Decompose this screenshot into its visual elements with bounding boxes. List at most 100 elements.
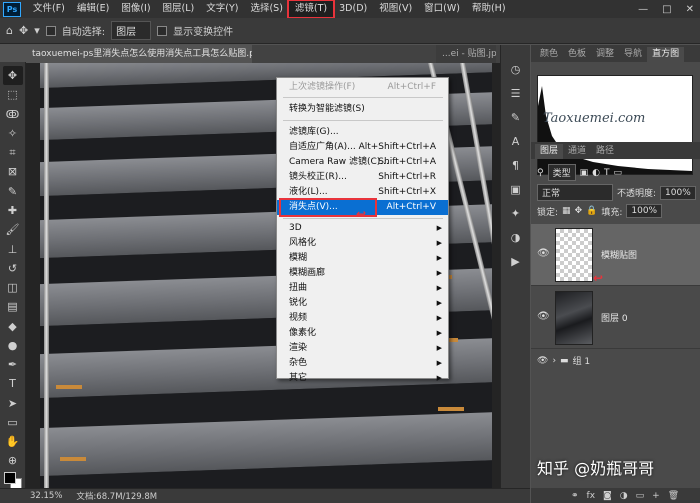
frame-tool-icon[interactable]: ⊠: [3, 162, 23, 181]
history-panel-icon[interactable]: ◷: [505, 59, 527, 79]
tab-navigator[interactable]: 导航: [619, 47, 647, 62]
lasso-tool-icon[interactable]: ↂ: [3, 105, 23, 124]
menu-file[interactable]: 文件(F): [27, 1, 71, 17]
filter-pixel-icon[interactable]: ▣: [580, 168, 589, 178]
expand-arrow-icon[interactable]: ›: [552, 356, 556, 366]
shape-tool-icon[interactable]: ▭: [3, 413, 23, 432]
layer-row[interactable]: 👁 图层 0: [531, 287, 700, 349]
actions-panel-icon[interactable]: ▶: [505, 251, 527, 271]
filter-adjust-icon[interactable]: ◐: [592, 168, 600, 178]
foreground-color-swatch[interactable]: [4, 472, 16, 484]
menu-item-noise[interactable]: 杂色 ▶: [277, 356, 448, 371]
brush-settings-icon[interactable]: ✎: [505, 107, 527, 127]
layer-group-row[interactable]: 👁 › ▬ 组 1: [531, 354, 700, 368]
tab-second-document[interactable]: ...ei - 贴图.jpg: [436, 45, 496, 63]
filter-shape-icon[interactable]: ▭: [613, 168, 622, 178]
lock-position-icon[interactable]: ✥: [575, 206, 583, 216]
blend-mode-dropdown[interactable]: 正常: [537, 184, 613, 201]
properties-panel-icon[interactable]: ☰: [505, 83, 527, 103]
marquee-tool-icon[interactable]: ⬚: [3, 85, 23, 104]
character-panel-icon[interactable]: A: [505, 131, 527, 151]
add-mask-icon[interactable]: ◙: [603, 491, 612, 501]
menu-item-blur[interactable]: 模糊 ▶: [277, 251, 448, 266]
menu-item-lens-correction[interactable]: 镜头校正(R)... Shift+Ctrl+R: [277, 170, 448, 185]
tab-active-document[interactable]: taoxuemei-ps里消失点怎么使用消失点工具怎么贴图.psd @ 32.1…: [26, 45, 252, 63]
menu-item-other[interactable]: 其它 ▶: [277, 371, 448, 386]
magic-wand-tool-icon[interactable]: ✧: [3, 124, 23, 143]
minimize-icon[interactable]: —: [638, 4, 648, 15]
auto-select-checkbox[interactable]: [45, 25, 56, 36]
dodge-tool-icon[interactable]: ●: [3, 336, 23, 355]
tab-histogram[interactable]: 直方图: [647, 47, 685, 62]
visibility-eye-icon[interactable]: 👁: [537, 356, 548, 366]
menu-view[interactable]: 视图(V): [373, 1, 418, 17]
close-icon[interactable]: ✕: [686, 4, 694, 15]
new-group-icon[interactable]: ▭: [636, 491, 645, 501]
fill-input[interactable]: 100%: [626, 204, 663, 218]
menu-item-filter-gallery[interactable]: 滤镜库(G)...: [277, 125, 448, 140]
lock-all-icon[interactable]: 🔒: [586, 206, 597, 216]
healing-brush-tool-icon[interactable]: ✚: [3, 201, 23, 220]
delete-layer-icon[interactable]: 🗑: [668, 491, 679, 501]
libraries-panel-icon[interactable]: ▣: [505, 179, 527, 199]
menu-item-video[interactable]: 视频 ▶: [277, 311, 448, 326]
opacity-input[interactable]: 100%: [660, 185, 696, 200]
menu-item-pixelate[interactable]: 像素化 ▶: [277, 326, 448, 341]
layer-row[interactable]: 👁 模糊贴图: [531, 224, 700, 286]
menu-item-distort[interactable]: 扭曲 ▶: [277, 281, 448, 296]
dropdown-arrow-icon[interactable]: ▾: [34, 24, 40, 37]
show-transform-checkbox[interactable]: [157, 25, 168, 36]
menu-edit[interactable]: 编辑(E): [71, 1, 115, 17]
type-tool-icon[interactable]: T: [3, 374, 23, 393]
menu-filter[interactable]: 滤镜(T): [286, 0, 336, 19]
tab-layers[interactable]: 图层: [535, 144, 564, 159]
zoom-level[interactable]: 32.15%: [30, 491, 62, 501]
history-brush-tool-icon[interactable]: ↺: [3, 259, 23, 278]
adjustments-panel-icon[interactable]: ◑: [505, 227, 527, 247]
visibility-eye-icon[interactable]: 👁: [537, 248, 551, 259]
menu-item-camera-raw[interactable]: Camera Raw 滤镜(C)... Shift+Ctrl+A: [277, 155, 448, 170]
paragraph-panel-icon[interactable]: ¶: [505, 155, 527, 175]
menu-select[interactable]: 选择(S): [244, 1, 288, 17]
tab-channels[interactable]: 通道: [563, 144, 591, 159]
menu-window[interactable]: 窗口(W): [418, 1, 466, 17]
menu-layer[interactable]: 图层(L): [157, 1, 201, 17]
canvas-area[interactable]: 上次滤镜操作(F) Alt+Ctrl+F 转换为智能滤镜(S) 滤镜库(G)...…: [26, 63, 500, 488]
move-tool-icon[interactable]: ✥: [2, 66, 23, 86]
visibility-eye-icon[interactable]: 👁: [537, 311, 551, 322]
menu-item-stylize[interactable]: 风格化 ▶: [277, 236, 448, 251]
blur-tool-icon[interactable]: ◆: [3, 316, 23, 335]
zoom-tool-icon[interactable]: ⊕: [3, 451, 23, 470]
filter-type-icon[interactable]: T: [604, 168, 610, 178]
menu-type[interactable]: 文字(Y): [200, 1, 244, 17]
home-icon[interactable]: ⌂: [6, 24, 13, 37]
adjustment-layer-icon[interactable]: ◑: [620, 491, 628, 501]
menu-item-blur-gallery[interactable]: 模糊画廊 ▶: [277, 266, 448, 281]
hand-tool-icon[interactable]: ✋: [3, 432, 23, 451]
lock-pixels-icon[interactable]: ▦: [562, 206, 571, 216]
pen-tool-icon[interactable]: ✒: [3, 355, 23, 374]
eraser-tool-icon[interactable]: ◫: [3, 278, 23, 297]
tab-adjustments[interactable]: 调整: [591, 47, 619, 62]
auto-select-dropdown[interactable]: 图层: [111, 21, 152, 40]
menu-item-convert-smart-filter[interactable]: 转换为智能滤镜(S): [277, 102, 448, 117]
styles-panel-icon[interactable]: ✦: [505, 203, 527, 223]
menu-item-last-filter[interactable]: 上次滤镜操作(F) Alt+Ctrl+F: [277, 80, 448, 95]
new-layer-icon[interactable]: +: [652, 491, 660, 501]
fx-icon[interactable]: fx: [587, 491, 596, 501]
path-select-tool-icon[interactable]: ➤: [3, 394, 23, 413]
brush-tool-icon[interactable]: 🖌: [3, 220, 23, 239]
tab-paths[interactable]: 路径: [591, 144, 619, 159]
menu-image[interactable]: 图像(I): [115, 1, 156, 17]
menu-item-3d[interactable]: 3D ▶: [277, 221, 448, 236]
menu-item-adaptive-wide-angle[interactable]: 自适应广角(A)... Alt+Shift+Ctrl+A: [277, 140, 448, 155]
menu-help[interactable]: 帮助(H): [466, 1, 512, 17]
tab-color[interactable]: 颜色: [535, 47, 563, 62]
move-tool-icon[interactable]: ✥: [19, 24, 28, 37]
menu-item-render[interactable]: 渲染 ▶: [277, 341, 448, 356]
menu-3d[interactable]: 3D(D): [333, 1, 373, 17]
stamp-tool-icon[interactable]: ⊥: [3, 239, 23, 258]
link-layers-icon[interactable]: ⚭: [571, 491, 579, 501]
eyedropper-tool-icon[interactable]: ✎: [3, 182, 23, 201]
layer-kind-dropdown[interactable]: 类型: [547, 164, 576, 181]
